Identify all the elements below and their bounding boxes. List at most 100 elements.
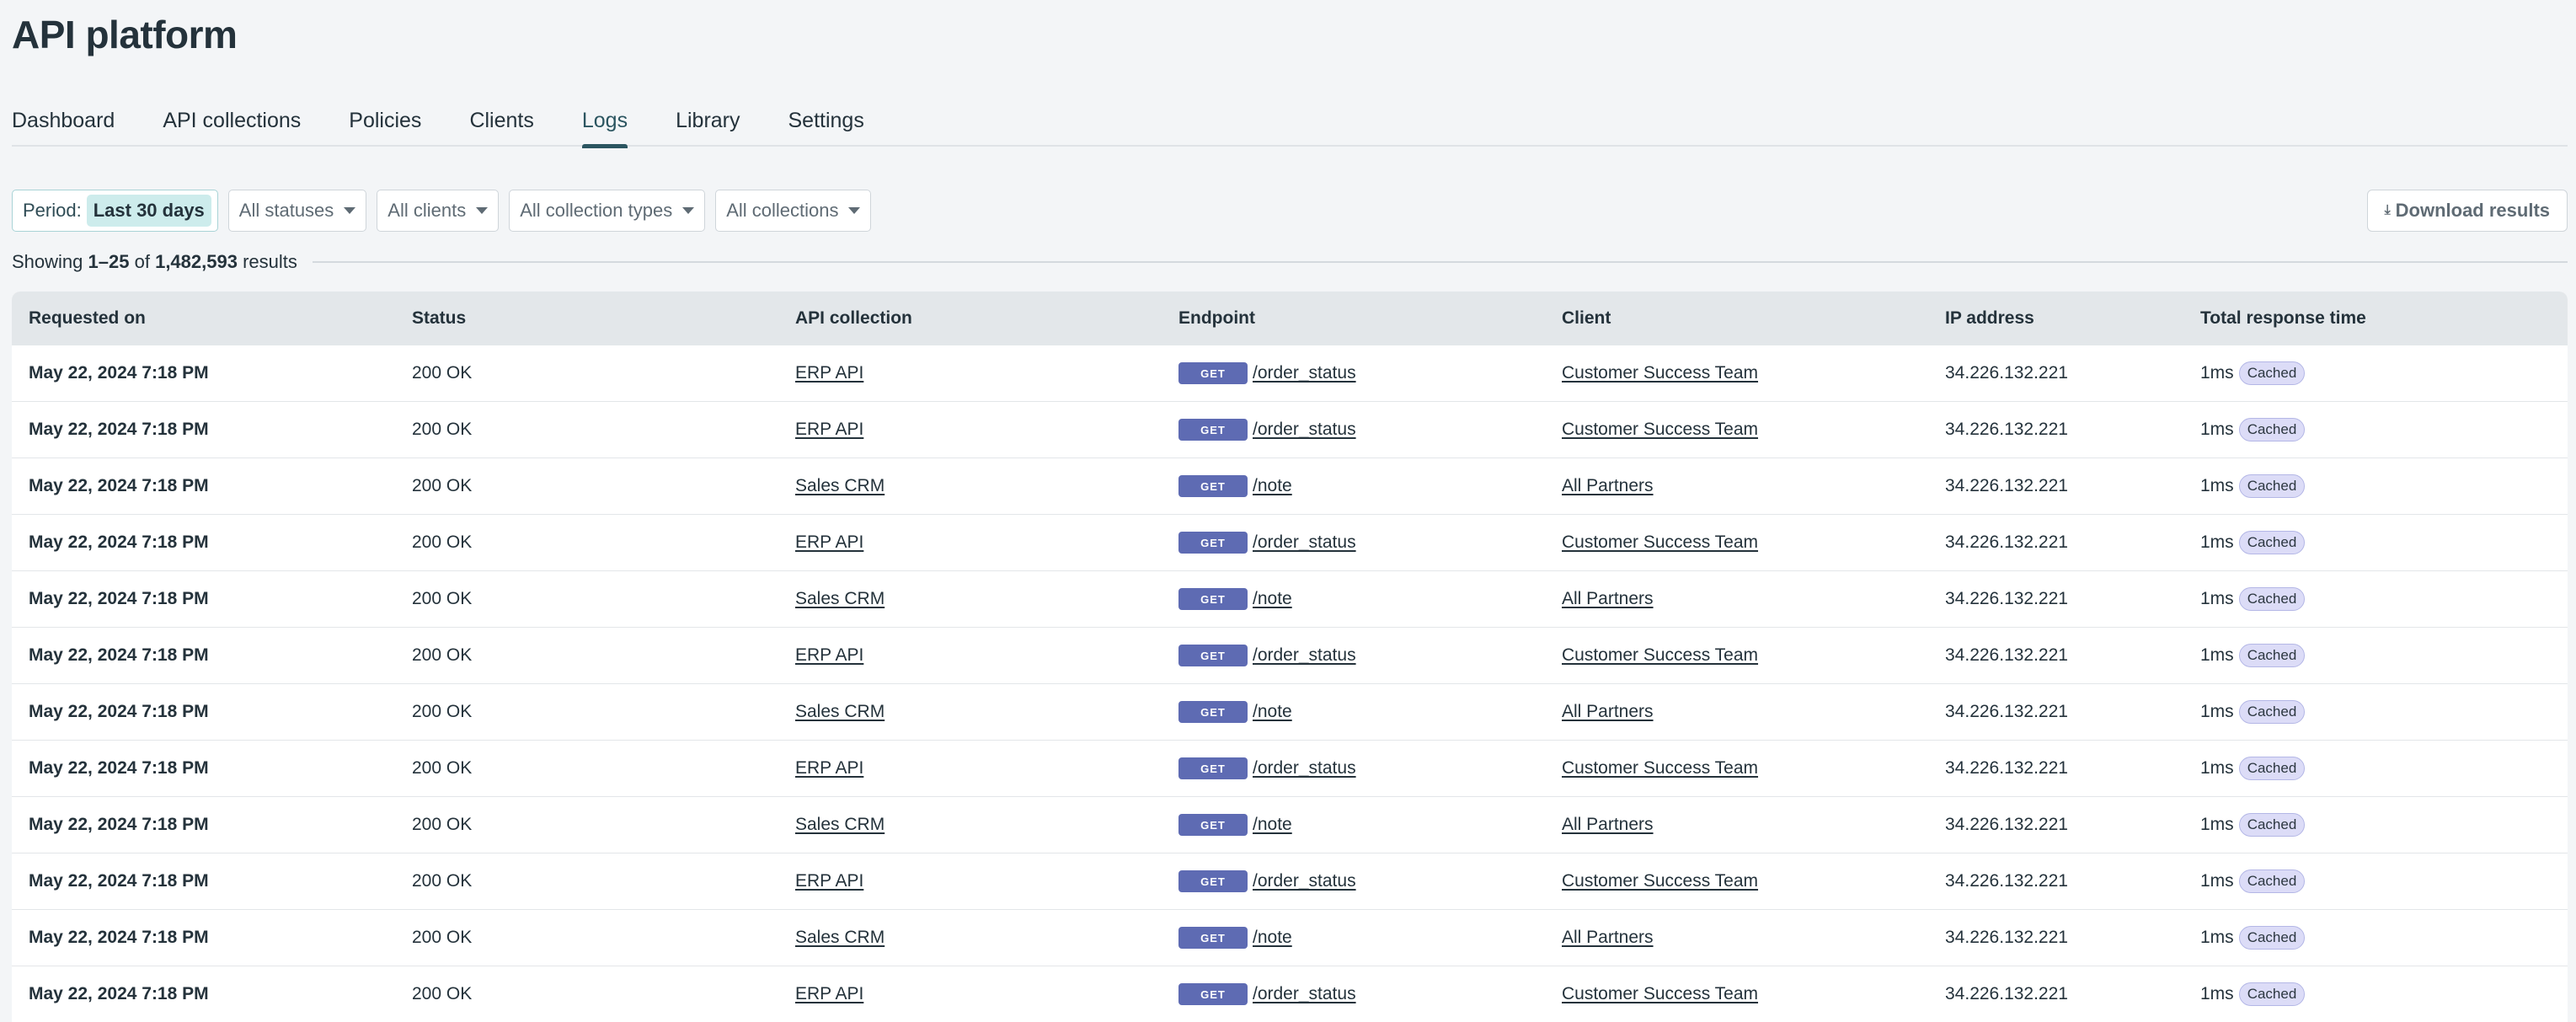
http-method-badge: GET [1178,588,1248,610]
api-collection-link[interactable]: ERP API [795,420,863,439]
response-time: 1ms [2200,758,2234,778]
table-row[interactable]: May 22, 2024 7:18 PM 200 OK Sales CRM GE… [12,684,2568,741]
client-link[interactable]: Customer Success Team [1562,645,1758,665]
table-row[interactable]: May 22, 2024 7:18 PM 200 OK Sales CRM GE… [12,571,2568,628]
client-filter-dropdown[interactable]: All clients [377,190,500,232]
table-row[interactable]: May 22, 2024 7:18 PM 200 OK Sales CRM GE… [12,458,2568,515]
api-collection-link[interactable]: Sales CRM [795,589,884,608]
response-time: 1ms [2200,420,2234,439]
ip-address-cell: 34.226.132.221 [1945,532,2068,552]
endpoint-link[interactable]: /order_status [1253,420,1356,440]
collection-type-filter-dropdown[interactable]: All collection types [509,190,706,232]
http-method-badge: GET [1178,814,1248,836]
client-link[interactable]: All Partners [1562,476,1654,495]
table-row[interactable]: May 22, 2024 7:18 PM 200 OK ERP API GET … [12,966,2568,1022]
api-collection-link[interactable]: ERP API [795,363,863,383]
endpoint-link[interactable]: /order_status [1253,871,1356,891]
ip-address-cell: 34.226.132.221 [1945,363,2068,383]
caret-down-icon [682,207,695,214]
api-collection-link[interactable]: Sales CRM [795,928,884,947]
header-endpoint[interactable]: Endpoint [1162,308,1545,329]
requested-on-cell: May 22, 2024 7:18 PM [29,589,209,608]
table-row[interactable]: May 22, 2024 7:18 PM 200 OK ERP API GET … [12,741,2568,797]
client-link[interactable]: All Partners [1562,589,1654,608]
tab-settings[interactable]: Settings [788,106,912,147]
api-collection-link[interactable]: ERP API [795,984,863,1003]
cached-badge: Cached [2238,870,2306,893]
client-link[interactable]: Customer Success Team [1562,984,1758,1003]
requested-on-cell: May 22, 2024 7:18 PM [29,984,209,1003]
endpoint-link[interactable]: /note [1253,928,1292,948]
client-link[interactable]: Customer Success Team [1562,532,1758,552]
results-summary: Showing 1–25 of 1,482,593 results [12,251,2568,273]
header-requested-on[interactable]: Requested on [12,308,395,329]
endpoint-link[interactable]: /order_status [1253,984,1356,1004]
client-link[interactable]: Customer Success Team [1562,758,1758,778]
requested-on-cell: May 22, 2024 7:18 PM [29,702,209,721]
period-filter[interactable]: Period: Last 30 days [12,190,218,232]
ip-address-cell: 34.226.132.221 [1945,928,2068,947]
status-cell: 200 OK [412,702,473,721]
client-link[interactable]: Customer Success Team [1562,420,1758,439]
api-collection-link[interactable]: ERP API [795,871,863,891]
http-method-badge: GET [1178,532,1248,554]
tab-policies[interactable]: Policies [349,106,469,147]
api-collection-link[interactable]: ERP API [795,758,863,778]
tab-logs[interactable]: Logs [581,106,676,148]
collection-filter-dropdown[interactable]: All collections [715,190,872,232]
response-time: 1ms [2200,815,2234,834]
ip-address-cell: 34.226.132.221 [1945,815,2068,834]
ip-address-cell: 34.226.132.221 [1945,420,2068,439]
header-status[interactable]: Status [395,308,778,329]
tab-api-collections[interactable]: API collections [163,106,349,147]
client-link[interactable]: All Partners [1562,815,1654,834]
header-client[interactable]: Client [1545,308,1928,329]
client-link[interactable]: All Partners [1562,928,1654,947]
header-ip-address[interactable]: IP address [1928,308,2183,329]
status-cell: 200 OK [412,815,473,834]
download-results-button[interactable]: ⤓ Download results [2366,190,2568,232]
table-row[interactable]: May 22, 2024 7:18 PM 200 OK Sales CRM GE… [12,910,2568,966]
table-row[interactable]: May 22, 2024 7:18 PM 200 OK ERP API GET … [12,402,2568,458]
api-collection-link[interactable]: Sales CRM [795,702,884,721]
api-collection-link[interactable]: Sales CRM [795,476,884,495]
header-total-response-time[interactable]: Total response time [2183,308,2568,329]
endpoint-link[interactable]: /order_status [1253,532,1356,553]
results-total: 1,482,593 [155,251,238,272]
table-row[interactable]: May 22, 2024 7:18 PM 200 OK Sales CRM GE… [12,797,2568,853]
logs-table: Requested on Status API collection Endpo… [12,292,2568,1022]
client-filter-label: All clients [387,200,467,221]
table-row[interactable]: May 22, 2024 7:18 PM 200 OK ERP API GET … [12,628,2568,684]
client-link[interactable]: All Partners [1562,702,1654,721]
table-row[interactable]: May 22, 2024 7:18 PM 200 OK ERP API GET … [12,515,2568,571]
tab-clients[interactable]: Clients [469,106,581,147]
download-results-label: Download results [2395,200,2550,221]
endpoint-link[interactable]: /note [1253,702,1292,722]
filter-bar: Period: Last 30 days All statuses All cl… [12,190,2568,233]
endpoint-link[interactable]: /order_status [1253,758,1356,779]
api-collection-link[interactable]: ERP API [795,645,863,665]
status-cell: 200 OK [412,363,473,383]
endpoint-link[interactable]: /note [1253,589,1292,609]
client-link[interactable]: Customer Success Team [1562,871,1758,891]
api-collection-link[interactable]: ERP API [795,532,863,552]
divider [312,261,2568,263]
api-collection-link[interactable]: Sales CRM [795,815,884,834]
ip-address-cell: 34.226.132.221 [1945,702,2068,721]
endpoint-link[interactable]: /order_status [1253,363,1356,383]
client-link[interactable]: Customer Success Team [1562,363,1758,383]
http-method-badge: GET [1178,475,1248,497]
status-cell: 200 OK [412,476,473,495]
table-row[interactable]: May 22, 2024 7:18 PM 200 OK ERP API GET … [12,853,2568,910]
http-method-badge: GET [1178,645,1248,666]
table-row[interactable]: May 22, 2024 7:18 PM 200 OK ERP API GET … [12,345,2568,402]
endpoint-link[interactable]: /note [1253,476,1292,496]
header-api-collection[interactable]: API collection [778,308,1162,329]
period-value: Last 30 days [86,195,211,227]
tab-dashboard[interactable]: Dashboard [12,106,163,147]
tab-library[interactable]: Library [676,106,788,147]
endpoint-link[interactable]: /note [1253,815,1292,835]
status-filter-dropdown[interactable]: All statuses [227,190,367,232]
endpoint-link[interactable]: /order_status [1253,645,1356,666]
download-icon: ⤓ [2384,203,2391,217]
